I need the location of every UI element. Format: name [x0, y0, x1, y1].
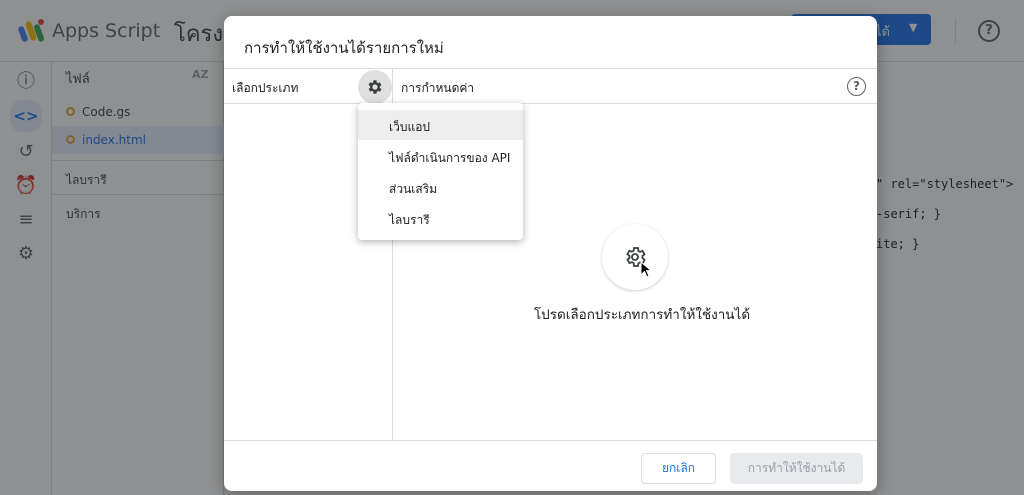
- new-deployment-dialog: การทำให้ใช้งานได้รายการใหม่ เลือกประเภท …: [224, 16, 877, 491]
- select-type-button[interactable]: [358, 70, 392, 104]
- deployment-type-menu: เว็บแอป ไฟล์ดำเนินการของ API ส่วนเสริม ไ…: [358, 103, 523, 240]
- select-type-label: เลือกประเภท: [232, 81, 299, 95]
- empty-state-message: โปรดเลือกประเภทการทำให้ใช้งานได้: [533, 307, 751, 323]
- help-icon[interactable]: ?: [847, 77, 866, 96]
- menu-item-web-app[interactable]: เว็บแอป: [358, 110, 523, 140]
- empty-state-gear: [602, 224, 668, 290]
- menu-item-library[interactable]: ไลบรารี: [358, 203, 523, 233]
- mouse-cursor-icon: [640, 261, 653, 278]
- dialog-footer: ยกเลิก การทำให้ใช้งานได้: [224, 440, 877, 491]
- menu-item-api-executable[interactable]: ไฟล์ดำเนินการของ API: [358, 141, 523, 171]
- configuration-label: การกำหนดค่า: [401, 81, 475, 95]
- menu-item-add-on[interactable]: ส่วนเสริม: [358, 172, 523, 202]
- cancel-button[interactable]: ยกเลิก: [641, 453, 716, 484]
- menu-item-label: เว็บแอป: [389, 120, 431, 134]
- menu-item-label: ไฟล์ดำเนินการของ API: [389, 151, 511, 165]
- dialog-title: การทำให้ใช้งานได้รายการใหม่: [244, 39, 444, 57]
- menu-item-label: ส่วนเสริม: [389, 182, 438, 196]
- gear-icon: [368, 80, 382, 94]
- deploy-button[interactable]: การทำให้ใช้งานได้: [730, 453, 863, 484]
- dialog-toolbar: เลือกประเภท การกำหนดค่า ?: [224, 68, 877, 104]
- menu-item-label: ไลบรารี: [389, 213, 430, 227]
- divider: [392, 68, 393, 104]
